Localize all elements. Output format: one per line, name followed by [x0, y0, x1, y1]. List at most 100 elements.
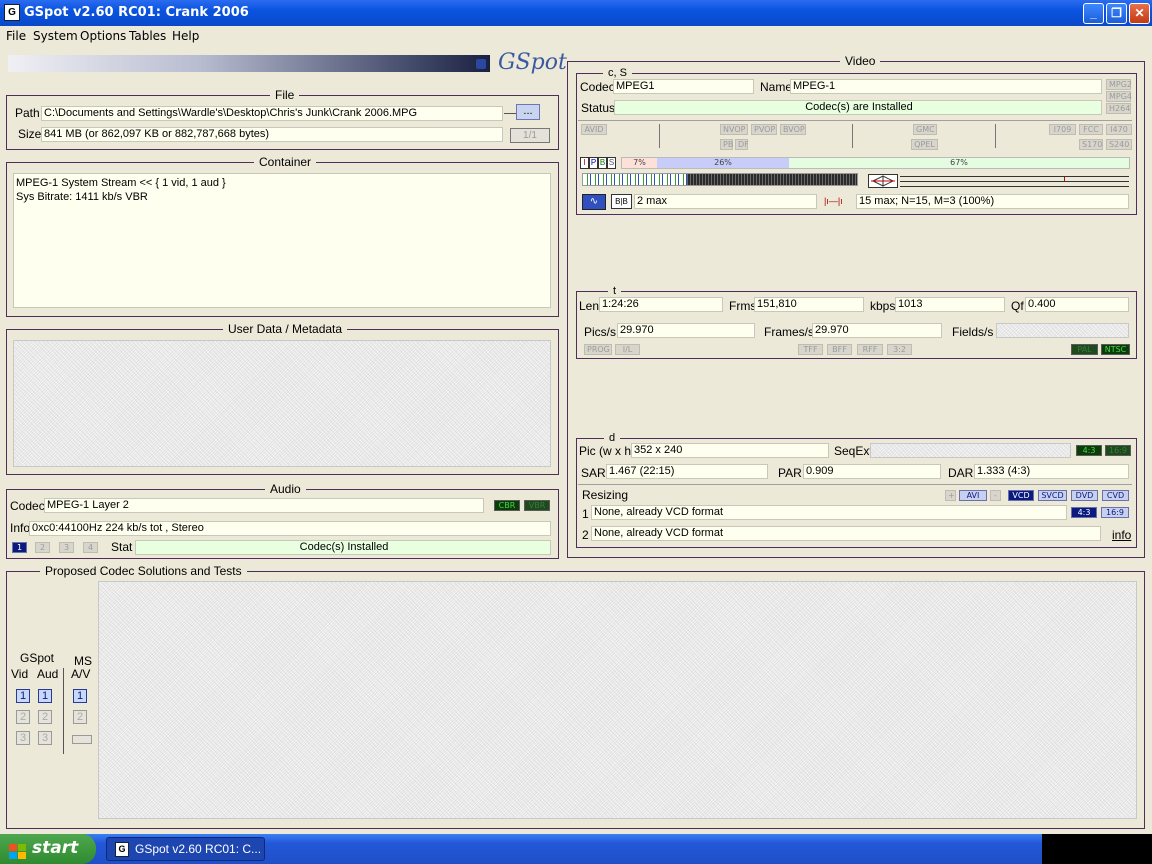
- resize-cvd-button[interactable]: CVD: [1102, 490, 1129, 501]
- audio-stream-1-button[interactable]: 1: [12, 542, 27, 553]
- p-frame-segment: 26%: [657, 158, 789, 168]
- fcc-indicator: FCC: [1079, 124, 1103, 135]
- frame-type-b: B: [598, 157, 607, 169]
- resize-row-1-field: None, already VCD format: [591, 505, 1067, 520]
- file-page-indicator[interactable]: 1/1: [510, 128, 550, 143]
- container-info-box: MPEG-1 System Stream << { 1 vid, 1 aud }…: [13, 173, 551, 308]
- flag-sep-1: [659, 124, 660, 148]
- ms-test-extra-button[interactable]: [72, 735, 92, 744]
- gspot-app-icon[interactable]: G: [4, 4, 20, 21]
- video-t-title: t: [608, 285, 622, 297]
- vid-test-3-button[interactable]: 3: [16, 731, 30, 745]
- menu-tables[interactable]: Tables: [129, 29, 166, 43]
- gop-interval-icon: |ı—|ı: [824, 196, 843, 206]
- frms-label: Frms: [729, 299, 757, 313]
- ms-test-2-button[interactable]: 2: [73, 710, 87, 724]
- aud-test-3-button[interactable]: 3: [38, 731, 52, 745]
- vid-test-2-button[interactable]: 2: [16, 710, 30, 724]
- bb-indicator: B|B: [611, 194, 632, 209]
- userdata-group-title: User Data / Metadata: [223, 322, 348, 336]
- audio-codec-field: MPEG-1 Layer 2: [44, 498, 484, 513]
- resize-avi-button[interactable]: AVI: [959, 490, 987, 501]
- pulldown-indicator: 3:2: [887, 344, 912, 355]
- container-line-2: Sys Bitrate: 1411 kb/s VBR: [16, 191, 148, 203]
- ar-4-3-indicator: 4:3: [1076, 445, 1102, 456]
- av-tests-label: A/V: [71, 667, 91, 681]
- video-divider: [578, 120, 1132, 121]
- tests-separator: [63, 668, 64, 754]
- audio-stat-field: Codec(s) Installed: [135, 540, 551, 555]
- df-indicator: DF: [735, 139, 749, 150]
- fields-field: [996, 323, 1129, 338]
- audio-vbr-indicator: VBR: [524, 500, 550, 511]
- len-field: 1:24:26: [599, 297, 723, 312]
- close-button[interactable]: ✕: [1129, 3, 1150, 24]
- proposed-group-title: Proposed Codec Solutions and Tests: [40, 564, 247, 578]
- audio-stream-4-button[interactable]: 4: [83, 542, 98, 553]
- windows-logo-icon: [9, 841, 27, 859]
- par-label: PAR: [778, 466, 802, 480]
- audio-stat-label: Stat: [111, 540, 133, 554]
- pvop-indicator: PVOP: [751, 124, 777, 135]
- gop-analyze-icon[interactable]: ∿: [582, 194, 606, 210]
- ms-test-1-button[interactable]: 1: [73, 689, 87, 703]
- video-status-label: Status: [581, 101, 616, 115]
- resize-plus-button[interactable]: +: [945, 490, 956, 501]
- resize-ar-16-9-button[interactable]: 16:9: [1101, 507, 1129, 518]
- gspot-logo: GSpot: [498, 50, 567, 75]
- menu-options[interactable]: Options: [80, 29, 126, 43]
- video-name-label: Name: [760, 80, 793, 94]
- frame-type-s: S: [607, 157, 616, 169]
- resize-row-2-field: None, already VCD format: [591, 526, 1101, 541]
- menu-help[interactable]: Help: [172, 29, 199, 43]
- kbps-field: 1013: [895, 297, 1005, 312]
- i709-indicator: I709: [1049, 124, 1076, 135]
- dar-field: 1.333 (4:3): [974, 464, 1129, 479]
- audio-stream-3-button[interactable]: 3: [59, 542, 74, 553]
- aud-test-2-button[interactable]: 2: [38, 710, 52, 724]
- maximize-button[interactable]: ❐: [1106, 3, 1127, 24]
- frms-field: 151,810: [754, 297, 864, 312]
- sar-field: 1.467 (22:15): [606, 464, 768, 479]
- pb-indicator: PB: [720, 139, 733, 150]
- audio-stream-2-button[interactable]: 2: [35, 542, 50, 553]
- audio-codec-label: Codec: [10, 499, 45, 513]
- system-tray: [1042, 834, 1152, 864]
- browse-button[interactable]: ...: [516, 104, 540, 120]
- qf-field: 0.400: [1025, 297, 1129, 312]
- pic-field: 352 x 240: [631, 443, 829, 458]
- tff-indicator: TFF: [798, 344, 823, 355]
- menu-file[interactable]: File: [6, 29, 26, 43]
- start-button[interactable]: start: [0, 834, 96, 864]
- path-field[interactable]: C:\Documents and Settings\Wardle's\Deskt…: [41, 106, 503, 121]
- size-label: Size: [18, 127, 42, 141]
- aud-test-1-button[interactable]: 1: [38, 689, 52, 703]
- gop-stripe: [582, 173, 858, 186]
- pal-indicator: PAL: [1071, 344, 1098, 355]
- resize-dvd-button[interactable]: DVD: [1071, 490, 1098, 501]
- resize-ar-4-3-button[interactable]: 4:3: [1071, 507, 1097, 518]
- resize-svcd-button[interactable]: SVCD: [1038, 490, 1067, 501]
- gop-marker-icon: [868, 174, 898, 188]
- seqext-field: [870, 443, 1071, 458]
- video-codec-label: Codec: [580, 80, 615, 94]
- container-line-1: MPEG-1 System Stream << { 1 vid, 1 aud }: [16, 177, 226, 189]
- resize-info-link[interactable]: info: [1112, 528, 1131, 542]
- taskbar-gspot-item[interactable]: G GSpot v2.60 RC01: C...: [106, 837, 265, 861]
- framess-label: Frames/s: [764, 325, 815, 339]
- size-field: 841 MB (or 862,097 KB or 882,787,668 byt…: [41, 127, 503, 142]
- len-label: Len: [579, 299, 600, 313]
- audio-info-field: 0xc0:44100Hz 224 kb/s tot , Stereo: [29, 521, 551, 536]
- menu-system[interactable]: System: [33, 29, 78, 43]
- resizing-label: Resizing: [582, 488, 629, 502]
- kbps-label: kbps: [870, 299, 896, 313]
- nvop-indicator: NVOP: [720, 124, 748, 135]
- logo-gradient-bar: [8, 55, 490, 72]
- ar-16-9-indicator: 16:9: [1105, 445, 1131, 456]
- vid-test-1-button[interactable]: 1: [16, 689, 30, 703]
- resize-vcd-button[interactable]: VCD: [1008, 490, 1034, 501]
- minimize-button[interactable]: _: [1083, 3, 1104, 24]
- resize-minus-button[interactable]: -: [990, 490, 1001, 501]
- title-bar: G GSpot v2.60 RC01: Crank 2006 _ ❐ ✕: [0, 0, 1152, 26]
- sar-label: SAR: [581, 466, 606, 480]
